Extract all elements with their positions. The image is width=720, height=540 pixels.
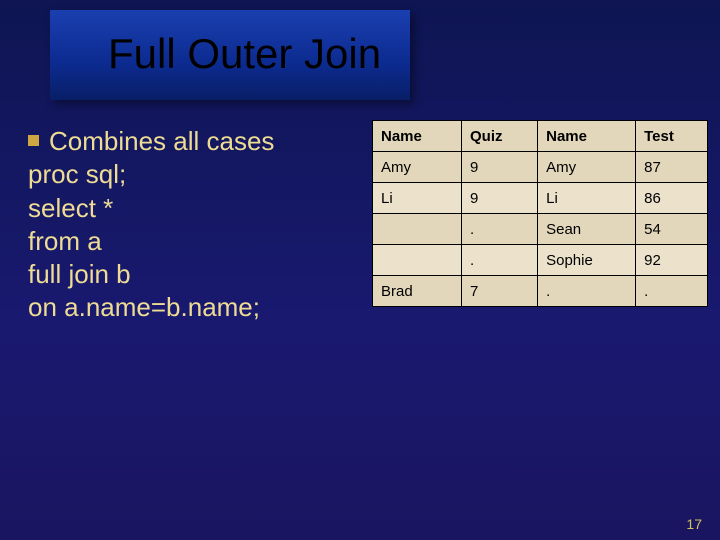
result-table-wrap: Name Quiz Name Test Amy 9 Amy 87 Li 9 Li — [372, 120, 708, 307]
cell: Amy — [538, 152, 636, 183]
cell: 87 — [636, 152, 708, 183]
col-header-name-b: Name — [538, 121, 636, 152]
cell: 9 — [461, 183, 537, 214]
cell: 92 — [636, 245, 708, 276]
code-line-3: from a — [28, 225, 358, 258]
cell: Sophie — [538, 245, 636, 276]
bullet-square-icon — [28, 135, 39, 146]
cell: . — [461, 214, 537, 245]
cell: 54 — [636, 214, 708, 245]
cell: 9 — [461, 152, 537, 183]
code-line-1: proc sql; — [28, 158, 358, 191]
cell: Brad — [373, 276, 462, 307]
code-line-4: full join b — [28, 258, 358, 291]
cell: . — [636, 276, 708, 307]
cell: . — [538, 276, 636, 307]
cell: 86 — [636, 183, 708, 214]
body-text-block: Combines all cases proc sql; select * fr… — [28, 125, 358, 325]
cell: Li — [373, 183, 462, 214]
result-table: Name Quiz Name Test Amy 9 Amy 87 Li 9 Li — [372, 120, 708, 307]
col-header-name-a: Name — [373, 121, 462, 152]
cell: . — [461, 245, 537, 276]
cell: Amy — [373, 152, 462, 183]
bullet-line: Combines all cases — [28, 125, 358, 158]
col-header-test: Test — [636, 121, 708, 152]
code-line-5: on a.name=b.name; — [28, 291, 358, 324]
cell: Sean — [538, 214, 636, 245]
col-header-quiz: Quiz — [461, 121, 537, 152]
slide: Full Outer Join Combines all cases proc … — [0, 0, 720, 540]
table-row: . Sophie 92 — [373, 245, 708, 276]
code-line-2: select * — [28, 192, 358, 225]
table-header-row: Name Quiz Name Test — [373, 121, 708, 152]
cell — [373, 214, 462, 245]
table-row: . Sean 54 — [373, 214, 708, 245]
cell — [373, 245, 462, 276]
table-row: Brad 7 . . — [373, 276, 708, 307]
table-row: Amy 9 Amy 87 — [373, 152, 708, 183]
page-number: 17 — [686, 516, 702, 532]
bullet-text: Combines all cases — [49, 125, 274, 158]
slide-title: Full Outer Join — [108, 30, 381, 78]
cell: 7 — [461, 276, 537, 307]
table-row: Li 9 Li 86 — [373, 183, 708, 214]
cell: Li — [538, 183, 636, 214]
